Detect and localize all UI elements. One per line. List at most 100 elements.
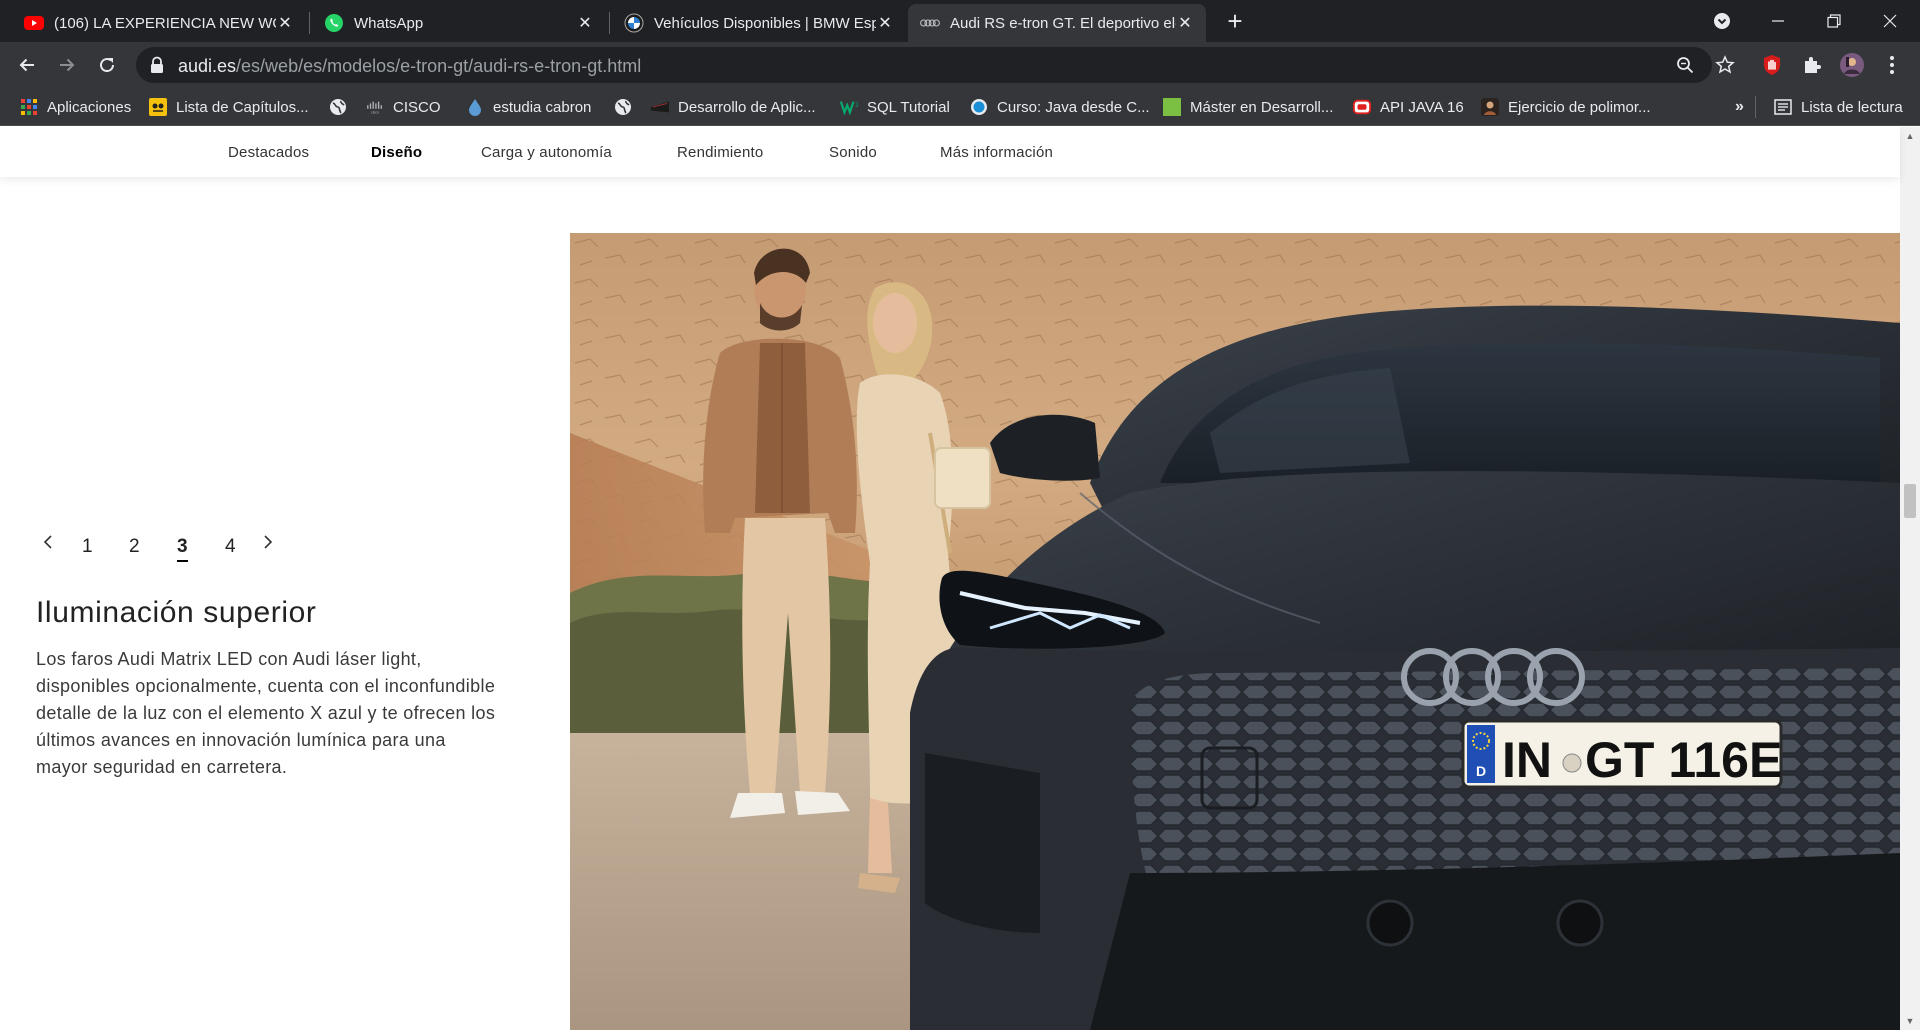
bookmark-label: SQL Tutorial xyxy=(867,98,950,116)
lock-icon[interactable] xyxy=(150,56,166,74)
chevron-right-icon[interactable] xyxy=(262,533,274,556)
subnav-sonido[interactable]: Sonido xyxy=(829,144,877,161)
bookmark-label: Desarrollo de Aplic... xyxy=(678,98,816,116)
reading-list-button[interactable]: Lista de lectura xyxy=(1774,96,1903,118)
globe-icon xyxy=(614,98,632,116)
w3-icon: 3 xyxy=(840,98,858,116)
subnav-rendimiento[interactable]: Rendimiento xyxy=(677,144,763,161)
close-window-icon[interactable] xyxy=(1862,0,1918,42)
pager-page-1[interactable]: 1 xyxy=(82,536,93,558)
bookmark-lista-capitulos[interactable]: Lista de Capítulos... xyxy=(149,96,309,118)
scroll-down-arrow-icon[interactable]: ▼ xyxy=(1900,1012,1920,1030)
restore-icon[interactable] xyxy=(1806,0,1862,42)
bookmark-favicon-icon xyxy=(149,98,167,116)
bookmarks-overflow-button[interactable]: » xyxy=(1735,96,1744,118)
close-tab-icon[interactable]: ✕ xyxy=(1176,13,1194,33)
bmw-icon xyxy=(624,13,644,33)
reading-list-icon xyxy=(1774,98,1792,116)
bookmark-curso-java[interactable]: Curso: Java desde C... xyxy=(970,96,1150,118)
scroll-thumb[interactable] xyxy=(1904,484,1916,518)
tab-title: Audi RS e-tron GT. El deportivo eléctric… xyxy=(950,14,1176,32)
reload-icon[interactable] xyxy=(91,49,123,81)
bookmark-star-icon[interactable] xyxy=(1714,54,1736,76)
circle-favicon-icon xyxy=(970,98,988,116)
globe-icon xyxy=(329,98,347,116)
extension-hand-icon[interactable] xyxy=(1760,53,1784,77)
close-tab-icon[interactable]: ✕ xyxy=(276,13,294,33)
bookmark-cisco[interactable]: cisco CISCO xyxy=(366,96,441,118)
avatar-favicon-icon xyxy=(1481,98,1499,116)
plate-left: IN xyxy=(1502,732,1552,788)
bookmark-label: API JAVA 16 xyxy=(1380,98,1464,116)
minimize-icon[interactable] xyxy=(1750,0,1806,42)
url-host: audi.es xyxy=(178,56,237,76)
bookmark-sql-tutorial[interactable]: 3 SQL Tutorial xyxy=(840,96,950,118)
close-tab-icon[interactable]: ✕ xyxy=(876,13,894,33)
bookmark-label: CISCO xyxy=(393,98,441,116)
bookmark-label: Curso: Java desde C... xyxy=(997,98,1150,116)
back-arrow-icon[interactable] xyxy=(11,49,43,81)
bookmark-globe-1[interactable] xyxy=(329,96,356,118)
profile-tabs-search-icon[interactable] xyxy=(1694,0,1750,42)
pager-page-3[interactable]: 3 xyxy=(177,536,188,562)
pager-page-4[interactable]: 4 xyxy=(225,536,236,558)
subnav-mas-informacion[interactable]: Más información xyxy=(940,144,1053,161)
zoom-search-icon[interactable] xyxy=(1674,54,1696,76)
forward-arrow-icon[interactable] xyxy=(51,49,83,81)
hero-image: D IN GT 116E xyxy=(570,233,1900,1030)
tab-title: (106) LA EXPERIENCIA NEW WORLD xyxy=(54,14,276,32)
menu-kebab-icon[interactable] xyxy=(1880,53,1904,77)
bookmark-label: estudia cabron xyxy=(493,98,592,116)
audi-rings-icon xyxy=(920,13,940,33)
tab-strip: (106) LA EXPERIENCIA NEW WORLD ✕ WhatsAp… xyxy=(0,0,1920,42)
bookmark-label: Aplicaciones xyxy=(47,98,132,116)
bookmark-polimorfismo[interactable]: Ejercicio de polimor... xyxy=(1481,96,1651,118)
bookmark-api-java[interactable]: API JAVA 16 xyxy=(1353,96,1464,118)
new-tab-button[interactable]: + xyxy=(1220,6,1250,36)
tab-title: WhatsApp xyxy=(354,14,424,32)
page-scrollbar[interactable]: ▲ ▼ xyxy=(1900,127,1920,1030)
bookmark-globe-2[interactable] xyxy=(614,96,641,118)
tab-youtube[interactable]: (106) LA EXPERIENCIA NEW WORLD ✕ xyxy=(12,4,306,42)
scroll-up-arrow-icon[interactable]: ▲ xyxy=(1900,127,1920,145)
plate-country: D xyxy=(1476,763,1486,779)
reading-list-label: Lista de lectura xyxy=(1801,98,1903,116)
tab-bmw[interactable]: Vehículos Disponibles | BMW España ✕ xyxy=(612,4,906,42)
slide-description: Los faros Audi Matrix LED con Audi láser… xyxy=(36,649,496,777)
profile-avatar[interactable] xyxy=(1840,53,1864,77)
url-path: /es/web/es/modelos/e-tron-gt/audi-rs-e-t… xyxy=(236,56,642,76)
bookmarks-bar: Aplicaciones Lista de Capítulos... cisco… xyxy=(0,88,1920,126)
bookmark-master[interactable]: Máster en Desarroll... xyxy=(1163,96,1333,118)
svg-text:3: 3 xyxy=(855,102,858,109)
section-subnav: Destacados Diseño Carga y autonomía Rend… xyxy=(0,127,1900,177)
dark-favicon-icon xyxy=(651,98,669,116)
address-bar[interactable]: audi.es/es/web/es/modelos/e-tron-gt/audi… xyxy=(136,47,1735,83)
subnav-carga[interactable]: Carga y autonomía xyxy=(481,144,612,161)
bookmark-aplicaciones[interactable]: Aplicaciones xyxy=(20,96,131,118)
bookmark-estudia[interactable]: estudia cabron xyxy=(466,96,591,118)
tab-audi[interactable]: Audi RS e-tron GT. El deportivo eléctric… xyxy=(908,4,1206,42)
tab-separator xyxy=(309,12,310,34)
subnav-destacados[interactable]: Destacados xyxy=(228,144,309,161)
plate-right: GT 116E xyxy=(1585,732,1782,788)
browser-toolbar: audi.es/es/web/es/modelos/e-tron-gt/audi… xyxy=(0,42,1920,88)
chevron-left-icon[interactable] xyxy=(42,533,54,556)
tab-title: Vehículos Disponibles | BMW España xyxy=(654,14,876,32)
bookmark-label: Lista de Capítulos... xyxy=(176,98,309,116)
drop-icon xyxy=(466,98,484,116)
whatsapp-icon xyxy=(324,13,344,33)
extensions-puzzle-icon[interactable] xyxy=(1800,53,1824,77)
red-favicon-icon xyxy=(1353,98,1371,116)
pager-page-2[interactable]: 2 xyxy=(129,536,140,558)
bookmark-label: Máster en Desarroll... xyxy=(1190,98,1334,116)
tab-separator xyxy=(609,12,610,34)
tab-whatsapp[interactable]: WhatsApp ✕ xyxy=(312,4,606,42)
page-viewport: Destacados Diseño Carga y autonomía Rend… xyxy=(0,127,1920,1030)
close-tab-icon[interactable]: ✕ xyxy=(576,13,594,33)
url-text[interactable]: audi.es/es/web/es/modelos/e-tron-gt/audi… xyxy=(178,56,641,77)
bookmark-desarrollo[interactable]: Desarrollo de Aplic... xyxy=(651,96,816,118)
bookmark-separator xyxy=(1755,96,1756,118)
subnav-diseno[interactable]: Diseño xyxy=(371,144,422,161)
cisco-icon: cisco xyxy=(366,98,384,116)
green-square-icon xyxy=(1163,98,1181,116)
